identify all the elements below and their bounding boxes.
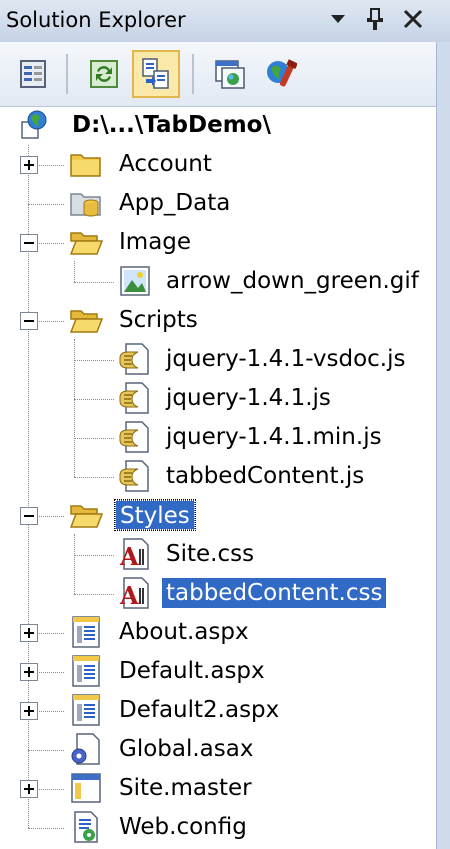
panel-frame-edge — [436, 42, 450, 849]
toolbar — [0, 42, 436, 107]
tree-item-label: Default2.aspx — [119, 697, 280, 723]
toolbar-separator — [66, 54, 68, 94]
tree-item-label: Default.aspx — [119, 658, 265, 684]
svg-text:A: A — [119, 542, 139, 571]
tree-item[interactable]: Scripts — [0, 301, 436, 340]
tree-item-label: About.aspx — [119, 619, 249, 645]
expand-icon[interactable] — [20, 702, 38, 720]
properties-button[interactable] — [10, 50, 58, 98]
project-settings-button[interactable] — [256, 50, 304, 98]
collapse-icon[interactable] — [20, 312, 38, 330]
css-file-icon: A — [118, 576, 152, 610]
tree-item-label: jquery-1.4.1.min.js — [166, 424, 382, 450]
svg-text:A: A — [119, 581, 139, 610]
tree-item[interactable]: AtabbedContent.css — [0, 574, 436, 613]
expand-icon[interactable] — [20, 156, 38, 174]
script-file-icon — [118, 342, 152, 376]
tree-item-label: Global.asax — [119, 736, 254, 762]
image-file-icon — [118, 264, 152, 298]
tree-item[interactable]: jquery-1.4.1.min.js — [0, 418, 436, 457]
tree-item-label: arrow_down_green.gif — [166, 268, 419, 294]
collapse-icon[interactable] — [20, 507, 38, 525]
tree-item-label: D:\...\TabDemo\ — [72, 112, 271, 138]
tree-item[interactable]: jquery-1.4.1-vsdoc.js — [0, 340, 436, 379]
tree-item-label: Scripts — [119, 307, 198, 333]
panel-title: Solution Explorer — [6, 8, 186, 32]
data-folder-icon — [69, 186, 103, 220]
expand-icon[interactable] — [20, 663, 38, 681]
dropdown-arrow-icon[interactable] — [325, 6, 351, 32]
tree-item[interactable]: Default.aspx — [0, 652, 436, 691]
script-file-icon — [118, 459, 152, 493]
view-in-browser-button[interactable] — [206, 50, 254, 98]
tree-item-label: tabbedContent.css — [162, 578, 387, 608]
toolbar-separator — [192, 54, 194, 94]
tree-item-label: jquery-1.4.1.js — [166, 385, 331, 411]
tree-item[interactable]: A Site.css — [0, 535, 436, 574]
nest-related-files-button[interactable] — [132, 50, 180, 98]
open-folder-icon — [69, 303, 104, 337]
tree-item-label: jquery-1.4.1-vsdoc.js — [166, 346, 406, 372]
open-folder-icon — [69, 498, 104, 532]
aspx-page-icon — [69, 654, 103, 688]
aspx-page-icon — [69, 615, 103, 649]
collapse-icon[interactable] — [20, 234, 38, 252]
tree-item-label: App_Data — [119, 190, 231, 216]
css-file-icon: A — [118, 537, 152, 571]
refresh-button[interactable] — [80, 50, 128, 98]
tree-item[interactable]: Account — [0, 145, 436, 184]
solution-explorer-panel: Solution Explorer D:\...\TabDemo\ Accoun… — [0, 0, 450, 849]
tree-item-label: Image — [119, 229, 192, 255]
tree-root-item[interactable]: D:\...\TabDemo\ — [0, 106, 436, 145]
solution-tree: D:\...\TabDemo\ Account App_Data Image arrow… — [0, 106, 436, 849]
master-page-icon — [69, 771, 103, 805]
tree-item[interactable]: tabbedContent.js — [0, 457, 436, 496]
nest-files-icon — [142, 58, 169, 89]
tree-item[interactable]: App_Data — [0, 184, 436, 223]
folder-icon — [69, 147, 103, 181]
tree-item[interactable]: Styles — [0, 496, 436, 535]
config-file-icon — [69, 810, 103, 844]
pin-icon[interactable] — [362, 6, 388, 32]
tree-item[interactable]: Site.master — [0, 769, 436, 808]
global-asax-icon — [69, 732, 103, 766]
refresh-icon — [90, 60, 118, 88]
tree-item[interactable]: arrow_down_green.gif — [0, 262, 436, 301]
tree-item[interactable]: Web.config — [0, 808, 436, 847]
close-icon[interactable] — [400, 6, 426, 32]
tree-item-label: Account — [119, 151, 212, 177]
tree-item-label: tabbedContent.js — [166, 463, 365, 489]
tree-item-label: Styles — [114, 499, 196, 531]
tree-item[interactable]: Default2.aspx — [0, 691, 436, 730]
aspx-page-icon — [69, 693, 103, 727]
properties-icon — [20, 60, 46, 88]
expand-icon[interactable] — [20, 624, 38, 642]
tree-item-label: Web.config — [119, 814, 247, 840]
script-file-icon — [118, 381, 152, 415]
tree-item[interactable]: Global.asax — [0, 730, 436, 769]
open-folder-icon — [69, 225, 104, 259]
project-settings-icon — [267, 59, 297, 87]
expand-icon[interactable] — [20, 780, 38, 798]
tree-item-label: Site.master — [119, 775, 252, 801]
website-globe-icon — [18, 108, 52, 142]
tree-item[interactable]: Image — [0, 223, 436, 262]
tree-item-label: Site.css — [166, 541, 255, 567]
title-bar: Solution Explorer — [0, 0, 450, 42]
tree-item[interactable]: About.aspx — [0, 613, 436, 652]
browser-view-icon — [215, 60, 245, 89]
script-file-icon — [118, 420, 152, 454]
tree-item[interactable]: jquery-1.4.1.js — [0, 379, 436, 418]
